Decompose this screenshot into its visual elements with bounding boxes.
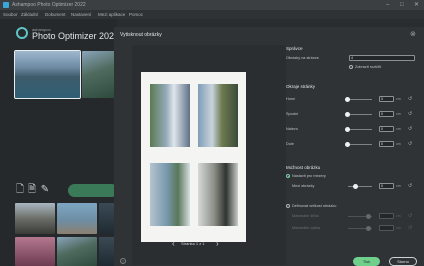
unit-label: cm bbox=[396, 97, 401, 101]
print-dialog: Vytisknout obrázky ⊗ ‹ Stránka 1 z 1 › S… bbox=[114, 27, 424, 266]
photo-thumbnail[interactable] bbox=[99, 203, 115, 234]
photo-thumbnail[interactable] bbox=[57, 203, 97, 234]
margin-right-field[interactable]: 0 bbox=[379, 141, 394, 147]
document-icon[interactable]: 🗎 bbox=[27, 184, 37, 196]
preview-photo bbox=[150, 163, 190, 226]
preview-photo bbox=[198, 163, 238, 226]
margin-left-field[interactable]: 0 bbox=[379, 126, 394, 132]
margin-right-slider[interactable] bbox=[348, 144, 372, 145]
max-height-label: Maximální výška bbox=[292, 226, 321, 230]
dialog-title: Vytisknout obrázky bbox=[120, 32, 162, 38]
margin-top-slider-knob[interactable] bbox=[345, 97, 350, 102]
previous-page-button[interactable]: ‹ bbox=[172, 239, 175, 249]
max-width-slider-knob bbox=[366, 214, 371, 219]
spacing-slider-knob[interactable] bbox=[353, 184, 358, 189]
app-window: Ashampoo Photo Optimizer 2022 – □ ✕ Soub… bbox=[0, 0, 424, 266]
settings-panel: Správce Obrázky na stránce 4 Zobrazit ro… bbox=[286, 41, 420, 266]
reset-icon[interactable]: ↺ bbox=[408, 141, 412, 147]
help-icon[interactable]: ? bbox=[120, 258, 126, 264]
photo-thumbnail[interactable] bbox=[15, 203, 55, 234]
next-page-button[interactable]: › bbox=[216, 239, 219, 249]
reset-icon[interactable]: ↺ bbox=[408, 183, 412, 189]
unit-label: cm bbox=[396, 184, 401, 188]
margins-heading: Okraje stránky bbox=[286, 84, 316, 89]
custom-size-option-label: Definovat velikost obrázku bbox=[292, 204, 337, 208]
margin-top-slider[interactable] bbox=[348, 99, 372, 100]
reset-icon: ↺ bbox=[408, 225, 413, 231]
menu-item[interactable]: Pomoc bbox=[129, 11, 143, 18]
margin-bottom-field[interactable]: 0 bbox=[379, 111, 394, 117]
action-button[interactable] bbox=[68, 184, 118, 197]
spacing-option-label: Nastavit pro mezery bbox=[292, 174, 326, 178]
file-icon[interactable]: 🗋 bbox=[15, 184, 25, 196]
menu-item[interactable]: Základní bbox=[21, 11, 38, 18]
app-logo bbox=[16, 27, 28, 39]
photo-thumbnail[interactable] bbox=[82, 51, 115, 98]
settings-heading: Správce bbox=[286, 46, 303, 51]
preview-photo bbox=[150, 84, 190, 147]
unit-label: cm bbox=[396, 127, 401, 131]
sizing-heading: Možnost obrázku bbox=[286, 165, 321, 170]
unit-label: cm bbox=[396, 142, 401, 146]
custom-size-radio[interactable] bbox=[286, 204, 290, 208]
photo-thumbnail[interactable] bbox=[15, 237, 55, 266]
spacing-radio[interactable] bbox=[286, 174, 290, 178]
spacing-slider[interactable] bbox=[348, 186, 372, 187]
margin-top-field[interactable]: 0 bbox=[379, 96, 394, 102]
reset-icon: ↺ bbox=[408, 213, 413, 219]
brand-name: Photo Optimizer 2022 bbox=[32, 31, 120, 41]
per-page-label: Obrázky na stránce bbox=[286, 56, 319, 60]
margin-bottom-slider-knob[interactable] bbox=[345, 112, 350, 117]
app-icon bbox=[3, 2, 9, 8]
max-height-slider-knob bbox=[366, 226, 371, 231]
max-width-field bbox=[379, 213, 394, 219]
max-width-label: Maximální šířka bbox=[292, 214, 319, 218]
margin-right-slider-knob[interactable] bbox=[345, 142, 350, 147]
reset-icon[interactable]: ↺ bbox=[408, 96, 412, 102]
menu-item[interactable]: Soubor bbox=[3, 11, 18, 18]
unit-label: cm bbox=[396, 214, 401, 218]
print-button[interactable]: Tisk bbox=[353, 257, 380, 266]
margin-top-label: Horní bbox=[286, 97, 296, 101]
minimize-button[interactable]: – bbox=[386, 1, 389, 9]
unit-label: cm bbox=[396, 112, 401, 116]
reset-icon[interactable]: ↺ bbox=[408, 111, 412, 117]
margin-right-label: Dole bbox=[286, 142, 294, 146]
preview-photo bbox=[198, 84, 238, 147]
page-indicator: Stránka 1 z 1 bbox=[181, 241, 205, 246]
close-icon[interactable]: ⊗ bbox=[410, 30, 416, 38]
margin-left-label: Nalevo bbox=[286, 127, 298, 131]
page-navigator: ‹ Stránka 1 z 1 › bbox=[172, 239, 222, 249]
max-height-field bbox=[379, 225, 394, 231]
margin-left-slider-knob[interactable] bbox=[345, 127, 350, 132]
per-page-field[interactable]: 4 bbox=[349, 55, 415, 61]
fit-label: Zobrazit rozšířit bbox=[355, 65, 382, 69]
margin-left-slider[interactable] bbox=[348, 129, 372, 130]
fit-checkbox[interactable] bbox=[349, 65, 353, 69]
close-window-button[interactable]: ✕ bbox=[414, 1, 419, 9]
spacing-label: Mezi obrázky bbox=[292, 184, 315, 188]
photo-thumbnail[interactable] bbox=[99, 237, 115, 266]
cancel-button[interactable]: Storno bbox=[389, 257, 417, 266]
menu-item[interactable]: Mezi aplikace bbox=[98, 11, 125, 18]
spacing-field[interactable]: 0 bbox=[379, 183, 394, 189]
title-bar: Ashampoo Photo Optimizer 2022 – □ ✕ bbox=[0, 0, 424, 10]
margin-bottom-slider[interactable] bbox=[348, 114, 372, 115]
menu-bar: Soubor Základní Dokument Nastavení Mezi … bbox=[0, 10, 424, 19]
photo-thumbnail[interactable] bbox=[57, 237, 97, 266]
maximize-button[interactable]: □ bbox=[400, 1, 404, 9]
brush-icon[interactable]: ✎ bbox=[40, 184, 50, 196]
reset-icon[interactable]: ↺ bbox=[408, 126, 412, 132]
margin-bottom-label: Spodní bbox=[286, 112, 299, 116]
unit-label: cm bbox=[396, 226, 401, 230]
preview-page bbox=[141, 72, 246, 242]
menu-item[interactable]: Dokument bbox=[45, 11, 66, 18]
menu-item[interactable]: Nastavení bbox=[71, 11, 91, 18]
selected-photo-thumbnail[interactable] bbox=[14, 50, 81, 99]
window-title: Ashampoo Photo Optimizer 2022 bbox=[12, 2, 86, 8]
